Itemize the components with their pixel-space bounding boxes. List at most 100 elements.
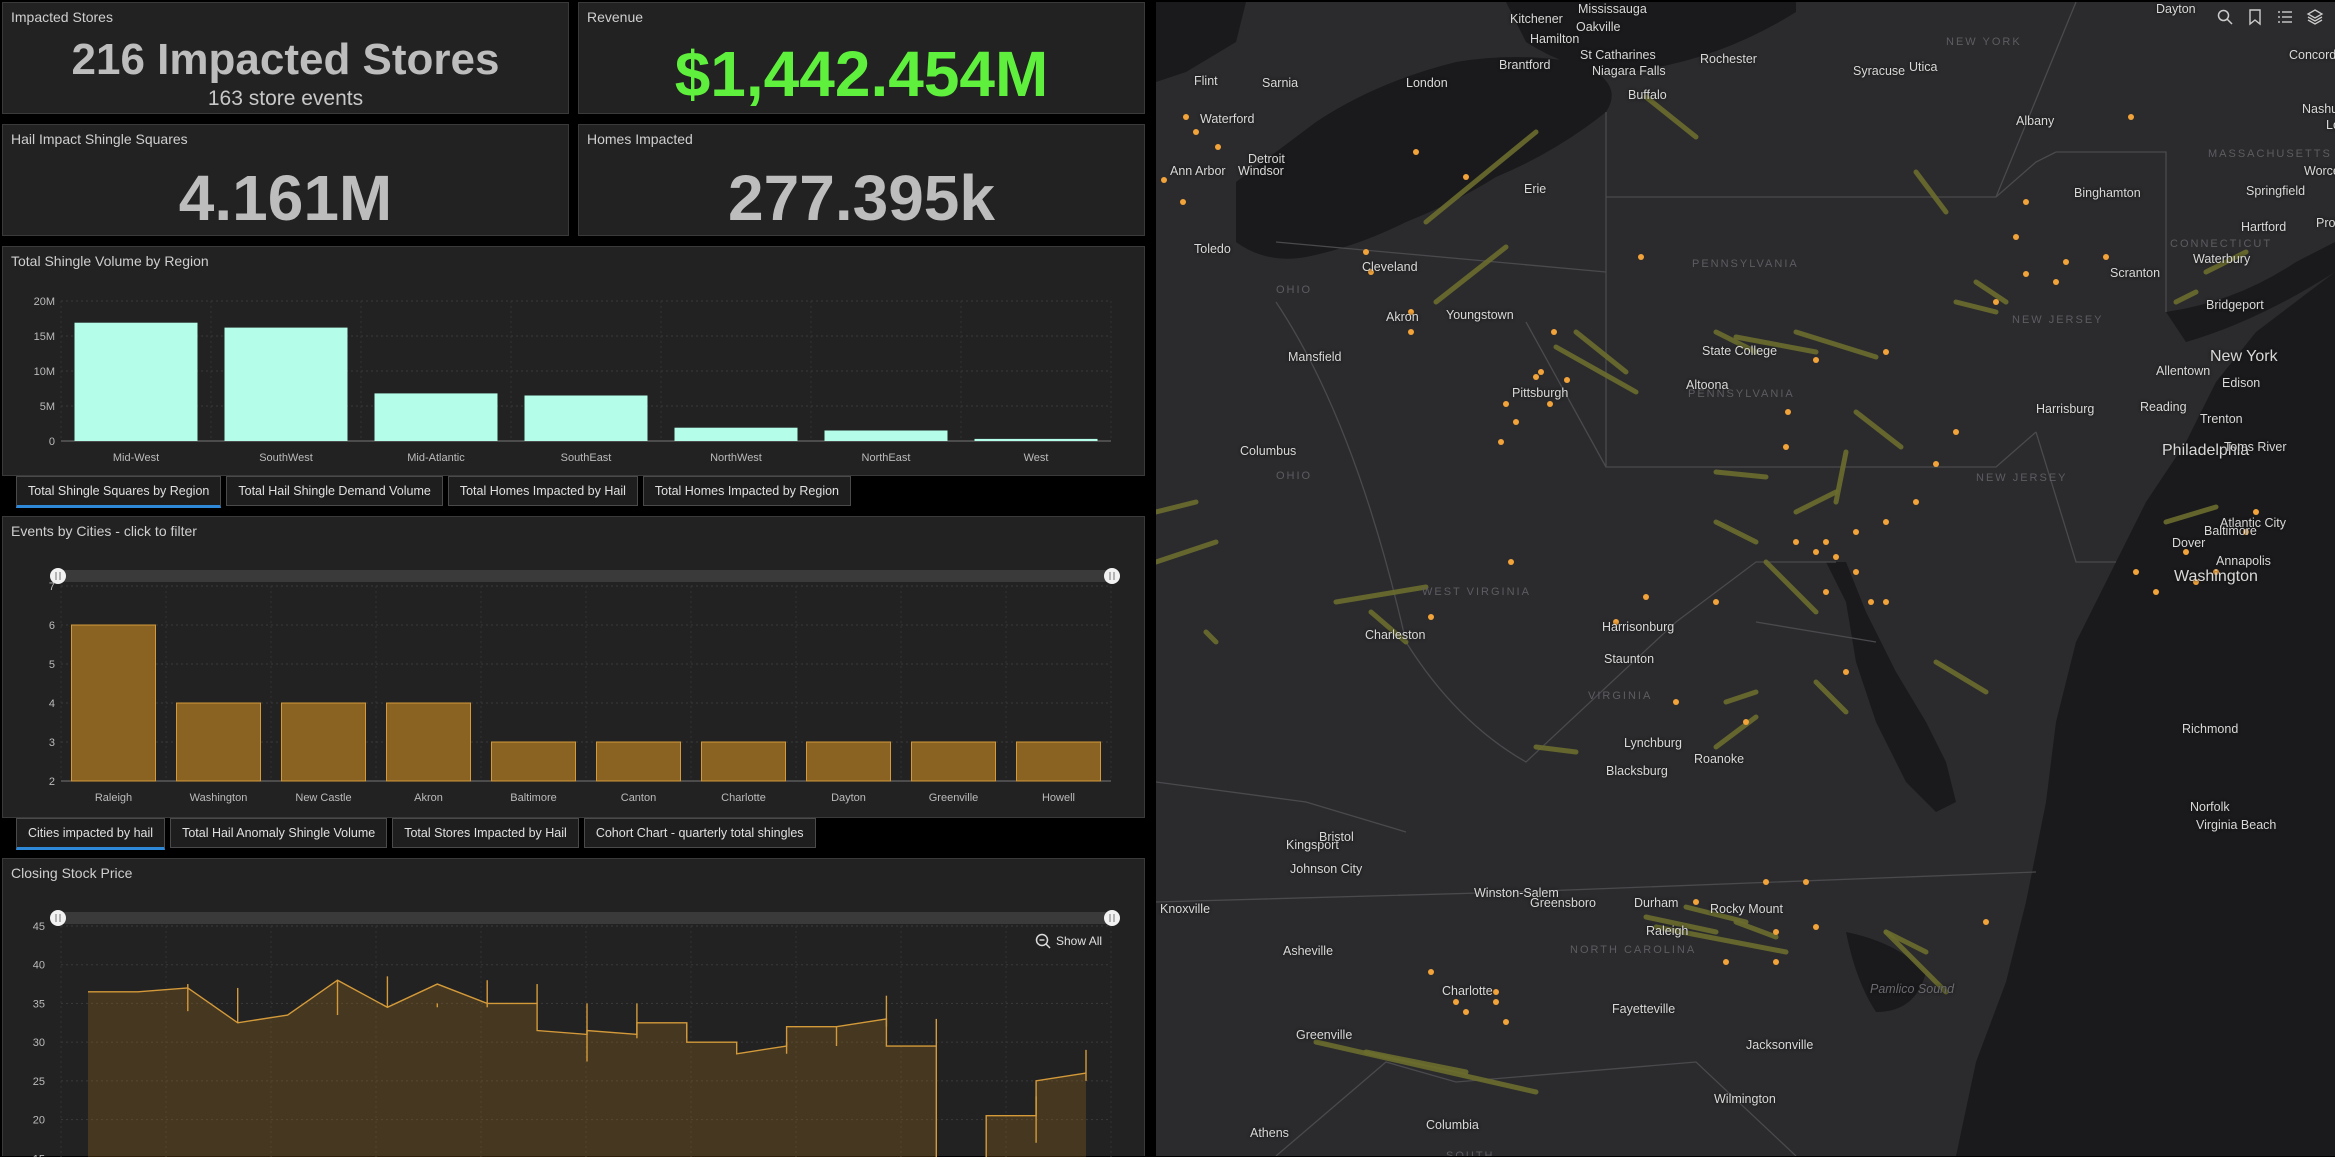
bar-mid-west[interactable] [74,322,198,441]
city-label: Asheville [1283,944,1334,958]
bookmark-icon[interactable] [2246,8,2264,26]
city-label: Wilmington [1714,1092,1776,1106]
city-label: Raleigh [1646,924,1689,938]
region-tab-2[interactable]: Total Homes Impacted by Hail [447,476,638,506]
panel-title: Impacted Stores [11,9,113,25]
region-label: PENNSYLVANIA [1688,388,1795,400]
city-label: Akron [1386,310,1419,324]
bar-southeast[interactable] [524,395,648,442]
city-label: Syracuse [1853,64,1906,78]
region-label: NORTH CAROLINA [1570,944,1697,956]
bar-canton[interactable] [596,741,681,782]
x-tick-label: SouthEast [561,452,612,464]
range-slider-track[interactable] [58,912,1112,924]
stock-price-chart[interactable]: 1015202530354045 [3,859,1144,1157]
bar-west[interactable] [974,438,1098,441]
city-label: Windsor [1238,164,1284,178]
layers-icon[interactable] [2306,8,2324,26]
bar-akron[interactable] [386,702,471,782]
city-label: Rochester [1700,52,1757,66]
shingle-squares-value: 4.161M [178,162,393,234]
city-label: Johnson City [1290,862,1363,876]
bar-northeast[interactable] [824,430,948,442]
bar-raleigh[interactable] [71,624,156,782]
bar-southwest[interactable] [224,327,348,441]
range-handle-left[interactable] [50,910,66,926]
city-label: Sarnia [1262,76,1299,90]
region-label: OHIO [1276,470,1313,482]
city-label: Hamilton [1530,32,1580,46]
store-events-subtitle: 163 store events [207,87,364,110]
x-tick-label: NorthEast [862,452,911,464]
city-label: Brantford [1499,58,1551,72]
y-tick-label: 20 [33,1115,45,1127]
region-tab-1[interactable]: Total Hail Shingle Demand Volume [226,476,443,506]
bar-baltimore[interactable] [491,741,576,782]
city-bar-chart[interactable]: 2 3 4 5 6 7 Raleigh Washington New Castle Akron Ba… [3,517,1144,817]
y-tick-label: 5 [49,659,55,671]
x-tick-label: Mid-West [113,452,159,464]
city-label: Bristol [1319,830,1354,844]
x-tick-label: Washington [190,792,248,804]
bar-howell[interactable] [1016,741,1101,782]
legend-icon[interactable] [2276,8,2294,26]
city-label: Springfield [2246,184,2306,198]
city-label: Virginia Beach [2196,818,2277,832]
y-tick-label: 25 [33,1076,45,1088]
city-tab-0[interactable]: Cities impacted by hail [16,818,166,850]
x-tick-label: West [1024,452,1049,464]
city-label: Waterbury [2193,252,2251,266]
city-label: Rocky Mount [1710,902,1783,916]
impacted-stores-value: 216 Impacted Stores [71,35,500,84]
show-all-button[interactable]: Show All [1035,933,1102,949]
x-tick-label: Dayton [831,792,866,804]
city-label: Erie [1524,182,1547,196]
city-label: Worcester [2304,164,2335,178]
city-label: Buffalo [1628,88,1667,102]
city-label: Allentown [2156,364,2211,378]
bar-mid-atlantic[interactable] [374,393,498,441]
city-label: Jacksonville [1746,1038,1814,1052]
homes-impacted-panel: Homes Impacted 277.395k [578,124,1145,236]
city-label: Binghamton [2074,186,2141,200]
city-label: Reading [2140,400,2187,414]
search-icon[interactable] [2216,8,2234,26]
region-tab-3[interactable]: Total Homes Impacted by Region [642,476,852,506]
range-handle-right[interactable] [1104,910,1120,926]
city-label: State College [1702,344,1778,358]
y-tick-label: 30 [33,1037,45,1049]
bar-greenville[interactable] [911,741,996,782]
bar-northwest[interactable] [674,427,798,441]
city-label: New York [2210,348,2278,365]
range-handle-right[interactable] [1104,568,1120,584]
city-label: Columbus [1240,444,1297,458]
city-label: Athens [1250,1126,1289,1140]
bar-charlotte[interactable] [701,741,786,782]
city-label: Lowell [2326,118,2335,132]
city-tab-2[interactable]: Total Stores Impacted by Hail [392,818,579,848]
city-label: Trenton [2200,412,2243,426]
x-tick-label: Howell [1042,792,1075,804]
city-tab-1[interactable]: Total Hail Anomaly Shingle Volume [170,818,388,848]
city-label: Baltimore [2204,524,2257,538]
map-view[interactable]: Kitchener Hamilton Oakville St Catharines Ni… [1156,2,2335,1156]
x-tick-label: Baltimore [510,792,556,804]
city-tab-3[interactable]: Cohort Chart - quarterly total shingles [583,818,816,848]
y-tick-label: 0 [49,436,55,448]
city-label: Flint [1194,74,1218,88]
city-label: Oakville [1576,20,1621,34]
revenue-value: $1,442.454M [674,38,1049,110]
x-tick-label: Raleigh [95,792,132,804]
y-tick-label: 6 [49,620,55,632]
city-label: Toms River [2224,440,2287,454]
bar-new-castle[interactable] [281,702,366,782]
region-bar-chart[interactable]: 0 5M 10M 15M 20M Mid-West SouthWest Mid-Atlanti… [3,247,1144,475]
region-label: VIRGINIA [1588,690,1653,702]
x-tick-label: Akron [414,792,443,804]
bar-washington[interactable] [176,702,261,782]
city-label: Toledo [1194,242,1231,256]
bar-dayton[interactable] [806,741,891,782]
city-label: Greensboro [1530,896,1597,910]
range-slider-track[interactable] [58,570,1112,582]
region-tab-0[interactable]: Total Shingle Squares by Region [16,476,222,508]
